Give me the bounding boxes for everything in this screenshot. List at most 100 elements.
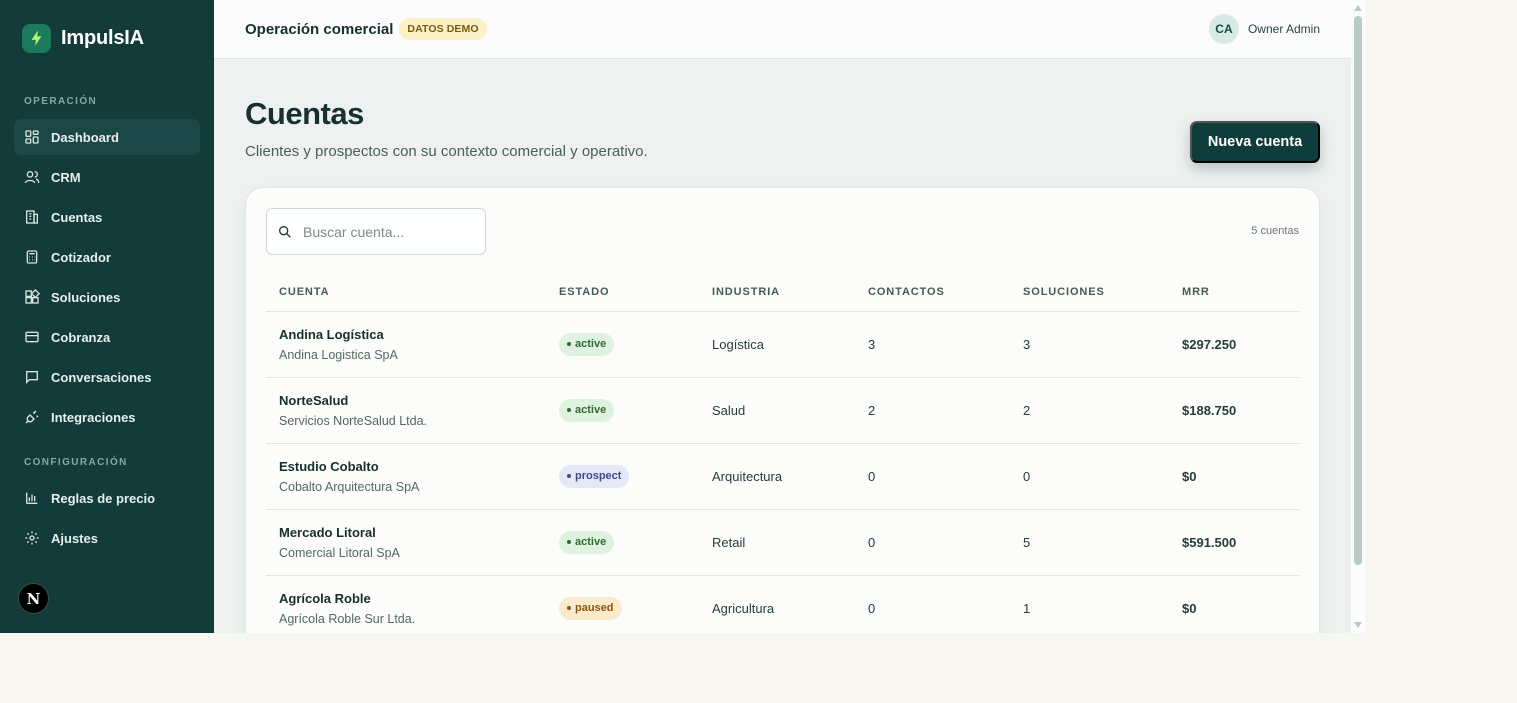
sidebar-item-reglas-precio[interactable]: Reglas de precio bbox=[14, 480, 200, 516]
status-dot-icon bbox=[567, 540, 571, 544]
sidebar-item-label: Cotizador bbox=[51, 249, 111, 265]
industry-cell: Agricultura bbox=[699, 575, 855, 633]
scroll-up-icon[interactable] bbox=[1354, 5, 1362, 11]
account-legal-name: Agrícola Roble Sur Ltda. bbox=[279, 611, 416, 626]
contacts-cell: 0 bbox=[855, 443, 1010, 510]
topbar-title: Operación comercial bbox=[245, 20, 394, 38]
sidebar-item-integraciones[interactable]: Integraciones bbox=[14, 399, 200, 435]
column-header[interactable]: MRR bbox=[1169, 273, 1300, 312]
table-row[interactable]: NorteSalud Servicios NorteSalud Ltda. act… bbox=[266, 377, 1300, 444]
industry-cell: Logística bbox=[699, 311, 855, 378]
industry-cell: Arquitectura bbox=[699, 443, 855, 510]
sidebar-item-label: Soluciones bbox=[51, 289, 121, 305]
table-row[interactable]: Mercado Litoral Comercial Litoral SpA act… bbox=[266, 509, 1300, 576]
page-subtitle: Clientes y prospectos con su contexto co… bbox=[245, 143, 648, 160]
scroll-down-icon[interactable] bbox=[1354, 622, 1362, 628]
contacts-cell: 3 bbox=[855, 311, 1010, 378]
solutions-cell: 0 bbox=[1010, 443, 1169, 510]
next-badge[interactable]: N bbox=[18, 583, 49, 614]
mrr-cell: $297.250 bbox=[1169, 311, 1300, 378]
section-label-operacion: OPERACIÓN bbox=[24, 96, 98, 107]
calculator-icon bbox=[23, 248, 41, 266]
scroll-thumb[interactable] bbox=[1354, 16, 1362, 565]
main-content: Operación comercial DATOS DEMO CA Owner … bbox=[214, 0, 1351, 633]
bolt-icon bbox=[22, 23, 51, 53]
sidebar-item-label: Ajustes bbox=[51, 530, 98, 546]
sidebar-item-label: Cobranza bbox=[51, 329, 111, 345]
search-box[interactable] bbox=[266, 208, 486, 255]
grid-icon bbox=[23, 128, 41, 146]
sidebar-item-label: Integraciones bbox=[51, 409, 136, 425]
column-header[interactable]: CONTACTOS bbox=[855, 273, 1010, 312]
accounts-table: CUENTA ESTADO INDUSTRIA CONTACTOS SOLUCI… bbox=[266, 273, 1300, 633]
user-name: Owner Admin bbox=[1247, 22, 1320, 36]
account-count: 5 cuentas bbox=[1251, 225, 1299, 237]
solutions-cell: 2 bbox=[1010, 377, 1169, 444]
users-icon bbox=[23, 168, 41, 186]
column-header[interactable]: SOLUCIONES bbox=[1010, 273, 1169, 312]
status-badge: paused bbox=[559, 596, 622, 620]
sidebar-item-label: Cuentas bbox=[51, 209, 103, 225]
table-header-row: CUENTA ESTADO INDUSTRIA CONTACTOS SOLUCI… bbox=[266, 273, 1300, 312]
sidebar-item-cuentas[interactable]: Cuentas bbox=[14, 199, 200, 235]
avatar: CA bbox=[1208, 14, 1239, 44]
mrr-cell: $188.750 bbox=[1169, 377, 1300, 444]
accounts-card: 5 cuentas CUENTA ESTADO INDUSTRIA CONTAC… bbox=[245, 187, 1320, 633]
account-name[interactable]: Agrícola Roble bbox=[279, 591, 546, 606]
sidebar-item-conversaciones[interactable]: Conversaciones bbox=[14, 359, 200, 395]
account-name[interactable]: NorteSalud bbox=[279, 393, 546, 408]
sidebar-item-soluciones[interactable]: Soluciones bbox=[14, 279, 200, 315]
mrr-cell: $591.500 bbox=[1169, 509, 1300, 576]
sidebar-item-label: Reglas de precio bbox=[51, 490, 156, 506]
solutions-cell: 3 bbox=[1010, 311, 1169, 378]
topbar: Operación comercial DATOS DEMO CA Owner … bbox=[214, 0, 1351, 59]
column-header[interactable]: CUENTA bbox=[266, 273, 546, 312]
solutions-cell: 5 bbox=[1010, 509, 1169, 576]
status-badge: prospect bbox=[559, 464, 630, 488]
bar-chart-icon bbox=[23, 489, 41, 507]
sidebar-item-crm[interactable]: CRM bbox=[14, 159, 200, 195]
page-header: Cuentas Clientes y prospectos con su con… bbox=[214, 59, 1351, 187]
sidebar-item-label: CRM bbox=[51, 169, 81, 185]
sidebar-item-cotizador[interactable]: Cotizador bbox=[14, 239, 200, 275]
user-menu[interactable]: CA Owner Admin bbox=[1208, 14, 1320, 44]
plug-icon bbox=[23, 408, 41, 426]
status-label: active bbox=[575, 536, 607, 548]
app-window: ImpulsIA OPERACIÓN Dashboard CRM Cuentas… bbox=[0, 0, 1351, 633]
sidebar-item-cobranza[interactable]: Cobranza bbox=[14, 319, 200, 355]
contacts-cell: 0 bbox=[855, 509, 1010, 576]
column-header[interactable]: INDUSTRIA bbox=[699, 273, 855, 312]
account-legal-name: Servicios NorteSalud Ltda. bbox=[279, 413, 427, 428]
account-legal-name: Cobalto Arquitectura SpA bbox=[279, 479, 420, 494]
sidebar-item-ajustes[interactable]: Ajustes bbox=[14, 520, 200, 556]
status-dot-icon bbox=[567, 606, 571, 610]
vertical-scrollbar[interactable] bbox=[1351, 0, 1365, 633]
account-name[interactable]: Estudio Cobalto bbox=[279, 459, 546, 474]
column-header[interactable]: ESTADO bbox=[546, 273, 699, 312]
section-label-configuracion: CONFIGURACIÓN bbox=[24, 457, 128, 468]
account-legal-name: Andina Logistica SpA bbox=[279, 347, 398, 362]
account-name[interactable]: Andina Logística bbox=[279, 327, 546, 342]
status-badge: active bbox=[559, 332, 615, 356]
sidebar-item-dashboard[interactable]: Dashboard bbox=[14, 119, 200, 155]
status-badge: active bbox=[559, 530, 615, 554]
brand[interactable]: ImpulsIA bbox=[0, 0, 214, 76]
table-row[interactable]: Agrícola Roble Agrícola Roble Sur Ltda. p… bbox=[266, 575, 1300, 633]
industry-cell: Retail bbox=[699, 509, 855, 576]
chat-icon bbox=[23, 368, 41, 386]
status-badge: active bbox=[559, 398, 615, 422]
new-account-button[interactable]: Nueva cuenta bbox=[1190, 121, 1320, 163]
status-dot-icon bbox=[567, 408, 571, 412]
card-icon bbox=[23, 328, 41, 346]
table-row[interactable]: Estudio Cobalto Cobalto Arquitectura SpA … bbox=[266, 443, 1300, 510]
building-icon bbox=[23, 208, 41, 226]
table-row[interactable]: Andina Logística Andina Logistica SpA act… bbox=[266, 311, 1300, 378]
search-icon bbox=[277, 224, 293, 240]
mrr-cell: $0 bbox=[1169, 443, 1300, 510]
status-dot-icon bbox=[567, 342, 571, 346]
account-name[interactable]: Mercado Litoral bbox=[279, 525, 546, 540]
status-label: prospect bbox=[575, 470, 622, 482]
search-input[interactable] bbox=[303, 223, 483, 240]
status-label: active bbox=[575, 404, 607, 416]
contacts-cell: 0 bbox=[855, 575, 1010, 633]
